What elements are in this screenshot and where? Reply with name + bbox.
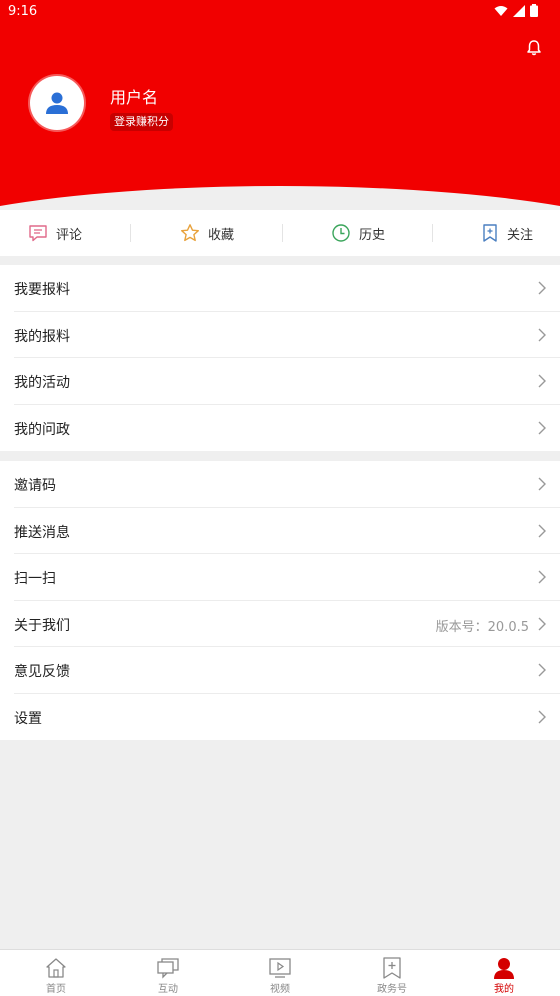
tab-label: 我的 xyxy=(494,984,514,995)
chevron-right-icon xyxy=(538,524,546,537)
menu-item-label: 我的问政 xyxy=(14,421,70,438)
login-earn-points-button[interactable]: 登录赚积分 xyxy=(110,113,173,131)
menu-item-settings[interactable]: 设置 xyxy=(14,694,560,741)
menu-item-push-messages[interactable]: 推送消息 xyxy=(14,508,560,554)
menu-item-my-inquiries[interactable]: 我的问政 xyxy=(14,405,560,452)
divider xyxy=(282,224,283,242)
menu-item-label: 设置 xyxy=(14,710,42,727)
tab-label: 互动 xyxy=(158,984,178,995)
menu-item-label: 我的活动 xyxy=(14,375,70,391)
menu-item-feedback[interactable]: 意见反馈 xyxy=(14,647,560,694)
bell-icon[interactable] xyxy=(524,38,544,58)
quick-action-label: 评论 xyxy=(56,227,83,243)
signal-icon xyxy=(513,4,525,17)
video-icon xyxy=(269,958,291,978)
clock-icon xyxy=(332,224,350,242)
chevron-right-icon xyxy=(538,710,546,723)
quick-action-label: 历史 xyxy=(359,227,386,243)
quick-action-comments[interactable]: 评论 xyxy=(28,222,82,244)
chevron-right-icon xyxy=(538,617,546,630)
divider xyxy=(432,224,433,242)
user-icon xyxy=(494,958,514,979)
header-curve xyxy=(0,186,560,210)
quick-action-history[interactable]: 历史 xyxy=(331,222,385,244)
menu-group-reports: 我要报料 我的报料 我的活动 我的问政 xyxy=(0,265,560,451)
chevron-right-icon xyxy=(538,374,546,388)
quick-action-label: 收藏 xyxy=(208,227,235,243)
tab-video[interactable]: 视频 xyxy=(250,956,310,995)
menu-item-label: 扫一扫 xyxy=(14,571,56,587)
bottom-tab-bar: 首页 互动 视频 政务号 我的 xyxy=(0,949,560,996)
tab-label: 首页 xyxy=(46,984,66,995)
status-bar: 9:16 xyxy=(0,0,560,24)
wifi-icon xyxy=(494,5,508,16)
menu-item-label: 我要报料 xyxy=(14,282,70,298)
menu-item-about-us[interactable]: 关于我们 版本号：20.0.5 xyxy=(14,601,560,647)
tab-label: 视频 xyxy=(270,984,290,995)
quick-actions-bar: 评论 收藏 历史 关注 xyxy=(0,210,560,256)
version-text: 版本号：20.0.5 xyxy=(435,619,529,635)
menu-item-label: 推送消息 xyxy=(14,524,70,541)
avatar[interactable] xyxy=(30,76,84,130)
chevron-right-icon xyxy=(538,477,546,491)
bookmark-plus-icon xyxy=(483,224,497,242)
chevron-right-icon xyxy=(538,663,546,677)
chat-icon xyxy=(157,958,179,979)
home-icon xyxy=(46,958,66,978)
menu-item-submit-report[interactable]: 我要报料 xyxy=(14,265,560,312)
quick-action-label: 关注 xyxy=(507,227,534,243)
menu-item-scan[interactable]: 扫一扫 xyxy=(14,554,560,601)
battery-icon xyxy=(530,4,538,17)
status-time: 9:16 xyxy=(8,4,38,19)
quick-action-favorites[interactable]: 收藏 xyxy=(180,222,234,244)
gov-bookmark-icon xyxy=(383,957,401,979)
tab-mine[interactable]: 我的 xyxy=(474,956,534,995)
chevron-right-icon xyxy=(538,328,546,341)
menu-item-label: 关于我们 xyxy=(14,617,70,634)
tab-label: 政务号 xyxy=(377,984,407,995)
tab-interaction[interactable]: 互动 xyxy=(138,956,198,995)
menu-item-label: 意见反馈 xyxy=(14,664,70,680)
tab-gov-accounts[interactable]: 政务号 xyxy=(362,956,422,995)
menu-item-label: 我的报料 xyxy=(14,328,70,345)
username[interactable]: 用户名 xyxy=(110,84,158,108)
status-icons xyxy=(494,4,538,17)
comment-icon xyxy=(29,225,47,242)
menu-item-invite-code[interactable]: 邀请码 xyxy=(14,461,560,508)
chevron-right-icon xyxy=(538,570,546,584)
menu-item-my-reports[interactable]: 我的报料 xyxy=(14,312,560,358)
divider xyxy=(130,224,131,242)
menu-group-settings: 邀请码 推送消息 扫一扫 关于我们 版本号：20.0.5 意见反馈 设置 xyxy=(0,461,560,740)
profile-header: 9:16 用户名 登录赚积分 xyxy=(0,0,560,210)
tab-home[interactable]: 首页 xyxy=(26,956,86,995)
user-avatar-icon xyxy=(46,92,68,114)
menu-item-label: 邀请码 xyxy=(14,478,56,494)
chevron-right-icon xyxy=(538,281,546,295)
chevron-right-icon xyxy=(538,421,546,434)
menu-item-my-activities[interactable]: 我的活动 xyxy=(14,358,560,405)
quick-action-following[interactable]: 关注 xyxy=(481,222,533,244)
star-icon xyxy=(181,224,199,242)
